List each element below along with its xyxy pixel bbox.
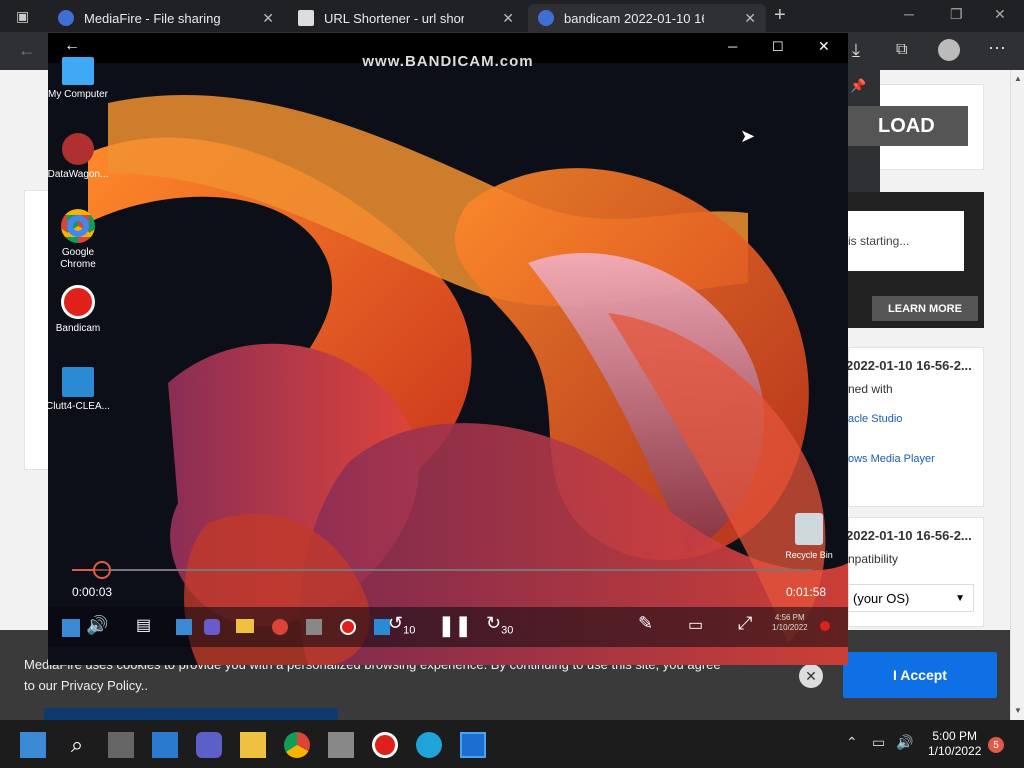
minimize-icon[interactable]: ─ xyxy=(904,6,914,22)
app-icon xyxy=(204,619,220,635)
tab-url-shortener[interactable]: URL Shortener - url shortening s ✕ xyxy=(288,4,524,32)
folder-icon xyxy=(236,619,254,633)
os-select[interactable]: (your OS) ▼ xyxy=(848,584,974,612)
miniplayer-icon[interactable]: ▭ xyxy=(688,615,703,635)
file-title: 2022-01-10 16-56-2... xyxy=(846,358,972,373)
scroll-down-icon[interactable]: ▼ xyxy=(1014,706,1022,715)
current-time: 0:00:03 xyxy=(72,585,113,599)
file-subtitle: ned with xyxy=(848,382,893,396)
collections-icon[interactable]: ⧉ xyxy=(896,41,907,59)
desktop-icon-datawagon: DataWagon... xyxy=(48,133,113,181)
skip-back-icon[interactable]: ↺10 xyxy=(388,613,415,637)
desktop-icon-clutter: Clutt4-CLEA... xyxy=(48,367,113,413)
scrollbar[interactable]: ▲ ▼ xyxy=(1010,70,1024,720)
download-starting-text: is starting... xyxy=(848,211,964,271)
total-time: 0:01:58 xyxy=(786,585,827,599)
close-window-icon[interactable]: ✕ xyxy=(994,6,1006,23)
bandicam-watermark: www.BANDICAM.com xyxy=(362,53,534,70)
bandicam-icon[interactable] xyxy=(372,732,398,758)
restore-icon[interactable]: ❐ xyxy=(950,6,963,23)
cleaner-icon xyxy=(62,367,94,397)
pause-icon[interactable]: ❚❚ xyxy=(438,613,472,638)
chat-icon[interactable] xyxy=(196,732,222,758)
notification-dot-icon xyxy=(820,621,830,631)
store-icon xyxy=(306,619,322,635)
browser-tabbar: ▣ MediaFire - File sharing and stor ✕ UR… xyxy=(0,0,1024,32)
edit-icon[interactable]: ✎ xyxy=(638,613,653,634)
back-icon[interactable]: ← xyxy=(18,40,36,61)
close-tab-icon[interactable]: ✕ xyxy=(262,10,274,27)
app-link[interactable]: acle Studio xyxy=(848,413,902,425)
compat-text: npatibility xyxy=(848,552,899,566)
fullscreen-icon[interactable]: ⤢ xyxy=(738,613,752,634)
notification-badge[interactable]: 5 xyxy=(988,737,1004,753)
chrome-icon xyxy=(272,619,288,635)
minimize-icon[interactable]: ─ xyxy=(728,39,737,54)
app-link[interactable]: ows Media Player xyxy=(848,453,935,465)
desktop-wallpaper xyxy=(48,63,848,665)
media-player-window: ← ─ ☐ ✕ www.BANDICAM.com My Computer Dat… xyxy=(48,33,848,665)
seek-handle[interactable] xyxy=(93,561,111,579)
tab-actions-icon[interactable]: ▣ xyxy=(16,8,29,25)
store-icon[interactable] xyxy=(328,732,354,758)
chevron-down-icon: ▼ xyxy=(955,592,965,604)
close-tab-icon[interactable]: ✕ xyxy=(502,10,514,27)
search-icon[interactable]: ⌕ xyxy=(64,732,90,758)
cookie-banner-link-strip xyxy=(44,708,338,720)
scroll-up-icon[interactable]: ▲ xyxy=(1014,74,1022,83)
close-tab-icon[interactable]: ✕ xyxy=(744,10,756,27)
datawagon-icon xyxy=(62,133,94,165)
edge-icon[interactable] xyxy=(416,732,442,758)
desktop-icon-bandicam: Bandicam xyxy=(48,285,113,335)
pin-icon[interactable]: 📌 xyxy=(850,78,866,94)
inner-clock: 4:56 PM 1/10/2022 xyxy=(772,613,808,632)
chrome-icon[interactable] xyxy=(284,732,310,758)
volume-icon[interactable]: 🔊 xyxy=(896,734,913,751)
more-icon[interactable]: ⋯ xyxy=(988,38,1006,59)
monitor-icon xyxy=(62,57,94,85)
volume-icon[interactable]: 🔊 xyxy=(86,615,108,636)
shortener-favicon-icon xyxy=(298,10,314,26)
task-view-icon[interactable] xyxy=(108,732,134,758)
record-icon xyxy=(61,285,95,319)
desktop-icon-my-computer: My Computer xyxy=(48,57,113,101)
recycle-bin-icon xyxy=(795,513,823,545)
record-icon xyxy=(340,619,356,635)
app-icon xyxy=(176,619,192,635)
widgets-icon[interactable] xyxy=(152,732,178,758)
taskbar-clock[interactable]: 5:00 PM 1/10/2022 xyxy=(928,729,981,759)
mediafire-favicon-icon xyxy=(58,10,74,26)
skip-forward-icon[interactable]: ↻30 xyxy=(486,613,513,637)
tab-mediafire[interactable]: MediaFire - File sharing and stor ✕ xyxy=(48,4,284,32)
profile-avatar[interactable] xyxy=(938,39,960,61)
desktop-icon-recycle-bin: Recycle Bin xyxy=(774,513,844,561)
file-title: 2022-01-10 16-56-2... xyxy=(846,528,972,543)
captions-icon[interactable]: ▤ xyxy=(136,615,151,635)
learn-more-button[interactable]: LEARN MORE xyxy=(872,296,978,321)
media-player-icon[interactable] xyxy=(460,732,486,758)
player-controls: 🔊 ▤ ↺10 ❚❚ ↻30 ✎ ▭ ⤢ 4:56 PM 1/10/2022 xyxy=(48,607,848,647)
seek-track[interactable] xyxy=(72,561,812,579)
start-icon[interactable] xyxy=(20,732,46,758)
windows-start-icon xyxy=(62,619,80,637)
mediafire-favicon-icon xyxy=(538,10,554,26)
accept-cookies-button[interactable]: I Accept xyxy=(843,652,997,698)
desktop-icon-chrome: Google Chrome xyxy=(48,209,113,271)
file-explorer-icon[interactable] xyxy=(240,732,266,758)
tab-bandicam[interactable]: bandicam 2022-01-10 16-56-20- ✕ xyxy=(528,4,766,32)
cursor-icon: ➤ xyxy=(740,126,756,146)
network-icon[interactable]: ▭ xyxy=(872,734,885,751)
new-tab-icon[interactable]: + xyxy=(774,4,786,27)
chrome-icon xyxy=(61,209,95,243)
close-cookie-icon[interactable]: ✕ xyxy=(799,664,823,688)
download-button[interactable]: LOAD xyxy=(848,106,968,146)
chevron-up-icon[interactable]: ⌃ xyxy=(846,734,858,751)
download-icon[interactable]: ⤓ xyxy=(852,40,860,61)
